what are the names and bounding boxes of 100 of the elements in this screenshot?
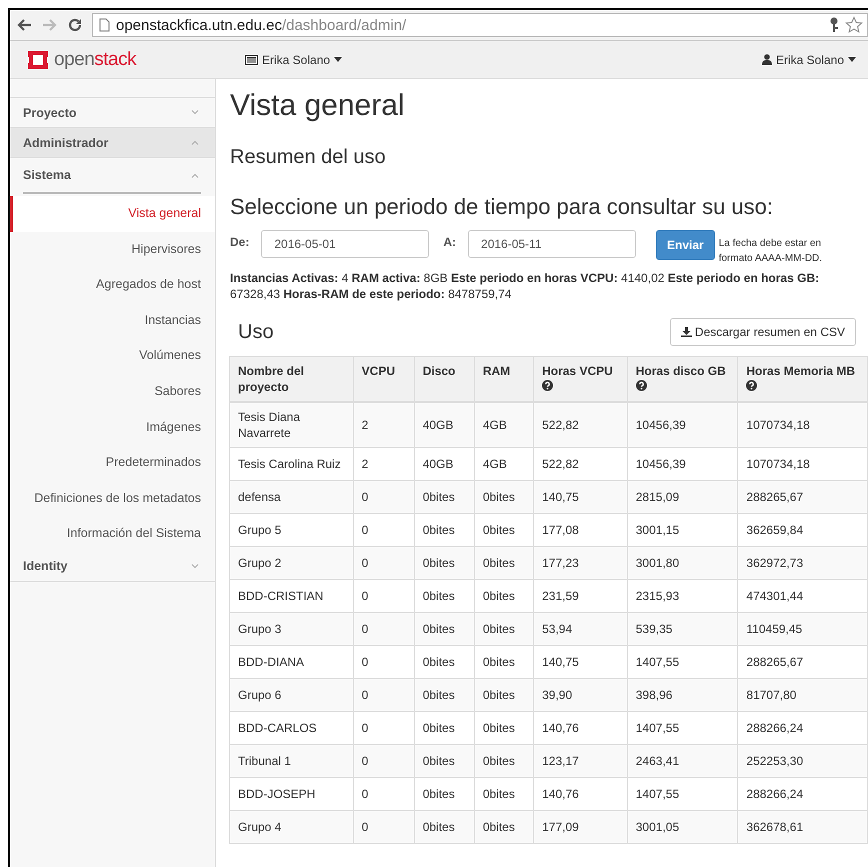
table-cell: 398,96 [627,678,738,712]
logo-text[interactable]: openstack [54,48,136,70]
table-cell: 539,35 [627,612,738,646]
section-heading: Uso [238,320,274,344]
table-cell: 2 [353,402,414,448]
hint-text: La fecha debe estar en formato AAAA-MM-DD. [718,237,824,266]
page-title: Vista general [230,89,406,123]
table-cell: defensa [230,480,354,514]
sidebar-item[interactable]: Información del Sistema [10,516,215,552]
table-cell: 10456,39 [627,402,738,448]
logo-icon [26,48,50,70]
user-icon [762,54,772,65]
chevron-down-icon [191,110,199,115]
table-cell: 53,94 [534,612,628,646]
table-cell: 0 [353,810,414,844]
table-cell: 362972,73 [738,546,868,580]
table-cell: 81707,80 [738,678,868,712]
table-cell: Tribunal 1 [230,744,354,778]
sidebar-item[interactable]: Volúmenes [10,338,215,374]
table-cell: 0bites [474,744,534,778]
sidebar-panel[interactable]: Sistema [23,158,201,194]
sidebar-item[interactable]: Definiciones de los metadatos [10,480,215,516]
column-header[interactable]: Nombre del proyecto [230,356,354,402]
table-cell: 0 [353,546,414,580]
table-cell: 40GB [414,402,474,448]
sidebar-item[interactable]: Predeterminados [10,445,215,481]
column-header[interactable]: VCPU [353,356,414,402]
table-cell: Grupo 6 [230,678,354,712]
table-cell: 110459,45 [738,612,868,646]
table-cell: 0bites [474,480,534,514]
reload-icon[interactable] [68,18,82,32]
table-cell: Tesis Diana Navarrete [230,402,354,448]
table-cell: 123,17 [534,744,628,778]
column-header[interactable]: Horas disco GB [627,356,738,402]
table-cell: 522,82 [534,402,628,448]
section-heading: Resumen del uso [230,146,387,169]
page-icon [99,18,110,32]
star-icon[interactable] [845,16,863,34]
caret-icon [334,57,342,62]
table-cell: 362678,61 [738,810,868,844]
table-cell: 4GB [474,402,534,448]
sidebar-item[interactable]: Agregados de host [10,267,215,303]
table-cell: 0bites [414,546,474,580]
table-cell: 2815,09 [627,480,738,514]
table-cell: 0 [353,744,414,778]
table-cell: 0 [353,678,414,712]
table-cell: 140,75 [534,480,628,514]
table-cell: 252253,30 [738,744,868,778]
field-label: De: [230,234,250,250]
table-cell: 0bites [474,810,534,844]
table-cell: 3001,05 [627,810,738,844]
table-cell: 0bites [474,546,534,580]
table-cell: 2463,41 [627,744,738,778]
column-header[interactable]: RAM [474,356,534,402]
table-cell: Grupo 3 [230,612,354,646]
sidebar-item[interactable]: Imágenes [10,410,215,446]
date-field[interactable]: 2016-05-01 [261,230,430,258]
field-label: A: [443,234,456,250]
table-cell: 288265,67 [738,480,868,514]
period-heading: Seleccione un periodo de tiempo para consultar su uso: [230,194,774,220]
submit-button[interactable]: Enviar [656,230,715,260]
table-cell: 0bites [414,612,474,646]
table-cell: 0 [353,480,414,514]
table-cell: 0bites [414,744,474,778]
column-header[interactable]: Horas VCPU [534,356,628,402]
sidebar-item[interactable]: Instancias [10,302,215,338]
table-cell: 39,90 [534,678,628,712]
column-header[interactable]: Horas Memoria MB [738,356,868,402]
project-menu[interactable]: Erika Solano [245,52,342,66]
sidebar-item[interactable]: Vista general [10,196,215,232]
chevron-up-icon [191,140,199,145]
caret-icon [848,57,856,62]
table-cell: 0bites [474,678,534,712]
table-cell: 0bites [414,810,474,844]
table-cell: 0bites [414,480,474,514]
key-icon[interactable] [829,17,839,33]
table-cell: Grupo 4 [230,810,354,844]
chevron-down-icon [191,564,199,569]
monitor-icon [245,54,258,64]
table-cell: 1070734,18 [738,402,868,448]
sidebar-section[interactable]: Identity [10,552,215,582]
sidebar-item[interactable]: Sabores [10,374,215,410]
sidebar-item[interactable]: Hipervisores [10,232,215,268]
download-icon [680,327,692,337]
usage-summary: Instancias Activas: 4 RAM activa: 8GB Este periodo en horas VCPU: 4140,02 Este periodo en horas GB: 67328,43 Horas-RAM de este periodo: 8478759,74 [230,270,820,302]
table-cell: 0bites [474,612,534,646]
table-cell: Grupo 2 [230,546,354,580]
table-cell: 0bites [414,678,474,712]
table-cell: 177,09 [534,810,628,844]
table-cell: 3001,80 [627,546,738,580]
date-field[interactable]: 2016-05-11 [468,230,636,258]
column-header[interactable]: Disco [414,356,474,402]
address-bar[interactable]: openstackfica.utn.edu.ec/dashboard/admin/ [92,13,868,37]
download-button[interactable]: Descargar resumen en CSV [670,318,856,346]
chevron-up-icon [191,172,199,178]
user-menu[interactable]: Erika Solano [762,52,856,66]
sidebar-section[interactable]: Administrador [10,128,215,158]
table-cell: 0 [353,612,414,646]
table-cell: 177,23 [534,546,628,580]
back-icon[interactable] [16,18,32,32]
